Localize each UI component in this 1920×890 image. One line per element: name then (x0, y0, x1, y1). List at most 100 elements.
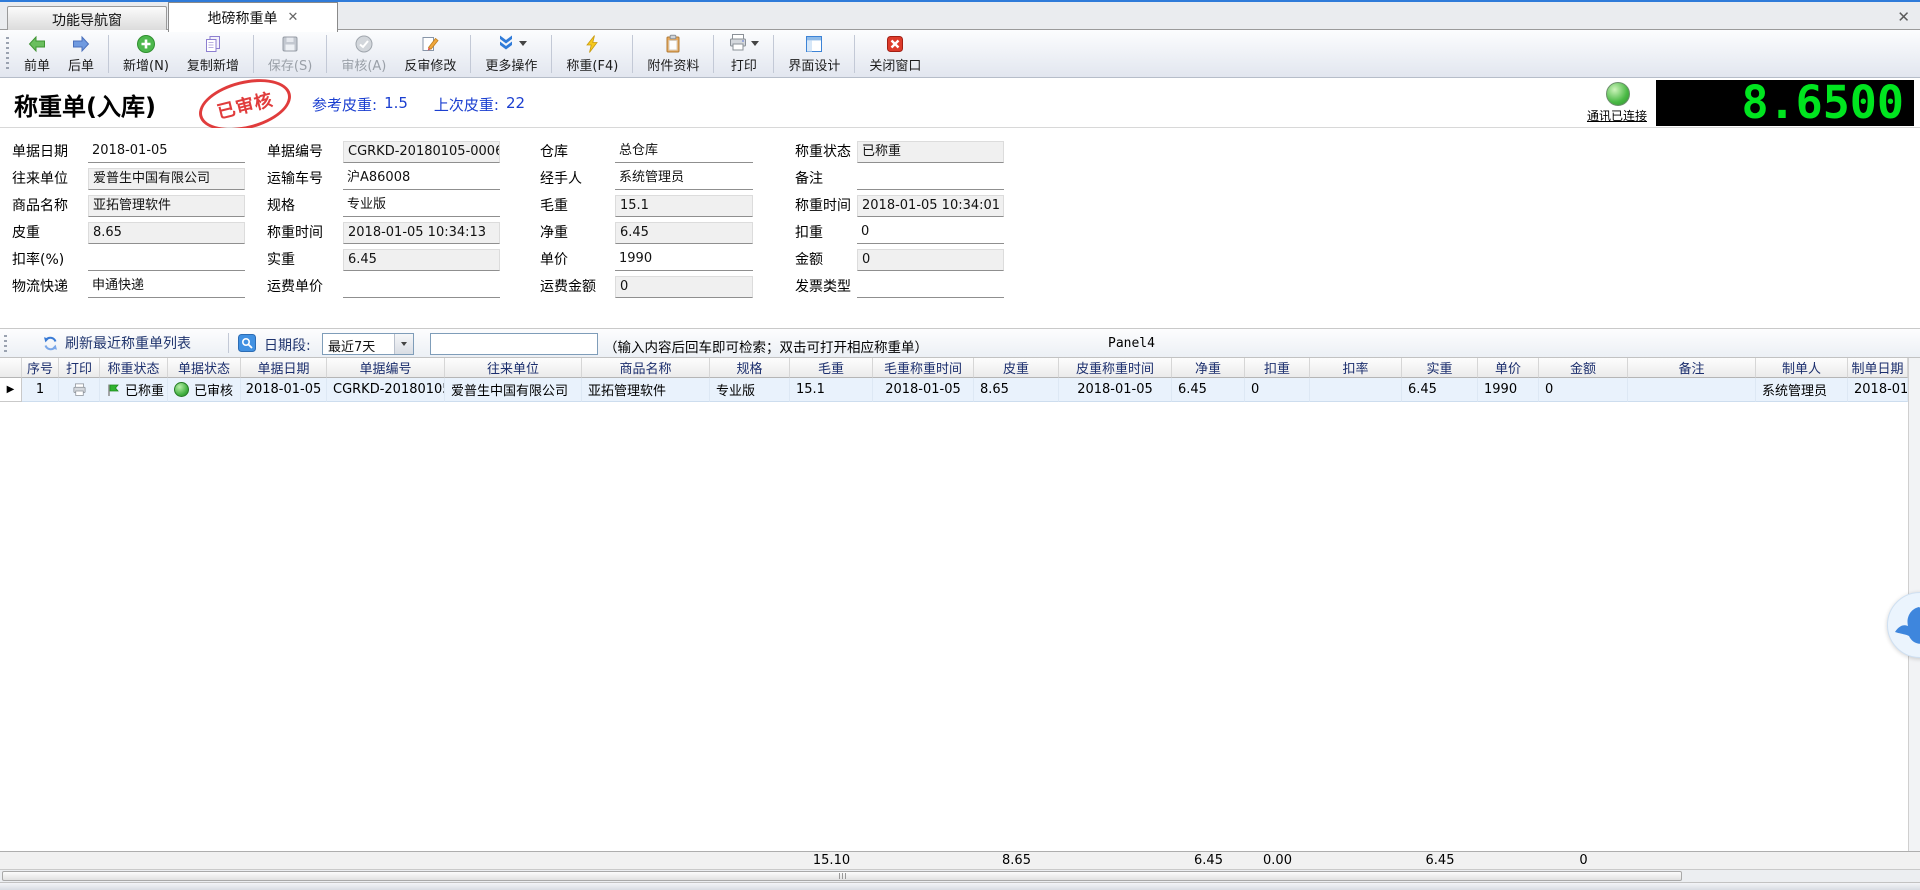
grid-cell-doc_no[interactable]: CGRKD-20180105-0006 (327, 378, 445, 402)
combo-drop-button[interactable] (394, 334, 413, 354)
grid-cell-gross[interactable]: 15.1 (790, 378, 873, 402)
grid-cell-print[interactable] (59, 378, 100, 402)
grid-header-remark[interactable]: 备注 (1628, 358, 1756, 378)
grid-cell-tare_time[interactable]: 2018-01-05 (1059, 378, 1172, 402)
form-label: 备注 (795, 168, 823, 190)
connection-led-icon (1606, 82, 1630, 106)
grid-header-price[interactable]: 单价 (1478, 358, 1539, 378)
grid-cell-deduct_w[interactable]: 0 (1245, 378, 1310, 402)
grid-header-gross_time[interactable]: 毛重称重时间 (873, 358, 974, 378)
unaudit-button[interactable]: 反审修改 (395, 31, 465, 76)
toolbar-grip[interactable] (4, 335, 7, 352)
grid-cell-amount[interactable]: 0 (1539, 378, 1628, 402)
grid-cell-remark[interactable] (1628, 378, 1756, 402)
main-toolbar: 前单 后单 新增(N) 复制新增 保存(S) 审核(A) 反审修改 (0, 30, 1920, 78)
next-doc-button[interactable]: 后单 (59, 31, 103, 76)
grid-cell-spec[interactable]: 专业版 (710, 378, 790, 402)
form-label: 单据日期 (12, 141, 68, 163)
tab-close-icon[interactable]: ✕ (288, 10, 299, 25)
grid-header-deduct_w[interactable]: 扣重 (1245, 358, 1310, 378)
print-button[interactable]: 打印 (719, 31, 768, 76)
form-field[interactable]: 专业版 (343, 195, 500, 217)
grid-header-net[interactable]: 净重 (1172, 358, 1245, 378)
grid-cell-net[interactable]: 6.45 (1172, 378, 1245, 402)
form-label: 仓库 (540, 141, 568, 163)
grid-cell-doc_status[interactable]: 已审核 (168, 378, 241, 402)
grid-header-gross[interactable]: 毛重 (790, 358, 873, 378)
date-range-select[interactable]: 最近7天 (322, 333, 414, 355)
form-field[interactable]: 申通快递 (88, 276, 245, 298)
grid-header-doc_no[interactable]: 单据编号 (327, 358, 445, 378)
close-window-button[interactable]: 关闭窗口 (860, 31, 930, 76)
grid-cell-tare[interactable]: 8.65 (974, 378, 1059, 402)
toolbar-button-label: 更多操作 (485, 55, 537, 74)
grid-header-tare_time[interactable]: 皮重称重时间 (1059, 358, 1172, 378)
date-range-label: 日期段: (264, 335, 311, 355)
list-toolbar: 刷新最近称重单列表 日期段: 最近7天 （输入内容后回车即可检索；双击可打开相应… (0, 328, 1920, 358)
form-field[interactable]: 系统管理员 (615, 168, 753, 190)
weigh-button[interactable]: 称重(F4) (557, 31, 627, 76)
toolbar-separator (253, 35, 254, 73)
more-actions-button[interactable]: 更多操作 (476, 31, 546, 76)
printer-icon[interactable] (72, 382, 87, 397)
copy-icon (203, 33, 223, 54)
form-field[interactable]: 1990 (615, 249, 753, 271)
grid-header-deduct_rate[interactable]: 扣率 (1310, 358, 1402, 378)
grid-cell-creator[interactable]: 系统管理员 (1756, 378, 1848, 402)
window-close-icon[interactable]: ✕ (1897, 8, 1910, 26)
grid-header-doc_status[interactable]: 单据状态 (168, 358, 241, 378)
refresh-list-button[interactable]: 刷新最近称重单列表 (36, 332, 197, 354)
form-field[interactable]: 沪A86008 (343, 168, 500, 190)
tab-function-nav[interactable]: 功能导航窗 (7, 6, 167, 32)
form-field[interactable] (88, 249, 245, 271)
grid-cell-weigh_status[interactable]: 已称重 (100, 378, 168, 402)
grid-cell-deduct_rate[interactable] (1310, 378, 1402, 402)
grid-cell-product[interactable]: 亚拓管理软件 (582, 378, 710, 402)
scrollbar-thumb[interactable] (2, 871, 1682, 881)
form-field[interactable]: 总仓库 (615, 141, 753, 163)
grid-cell-actual[interactable]: 6.45 (1402, 378, 1478, 402)
grid-cell-partner[interactable]: 爱普生中国有限公司 (445, 378, 582, 402)
grid-header-creator[interactable]: 制单人 (1756, 358, 1848, 378)
grid-header-create_date[interactable]: 制单日期 (1848, 358, 1908, 378)
grid-header-weigh_status[interactable]: 称重状态 (100, 358, 168, 378)
grid-header-print[interactable]: 打印 (59, 358, 100, 378)
grid-cell-doc_date[interactable]: 2018-01-05 (241, 378, 327, 402)
grid-cell-price[interactable]: 1990 (1478, 378, 1539, 402)
connection-status-link[interactable]: 通讯已连接 (1578, 107, 1656, 124)
add-new-button[interactable]: 新增(N) (114, 31, 178, 76)
grid-cell-gross_time[interactable]: 2018-01-05 (873, 378, 974, 402)
grid-header-spec[interactable]: 规格 (710, 358, 790, 378)
form-field[interactable] (857, 276, 1004, 298)
horizontal-scrollbar[interactable] (0, 870, 1920, 882)
grid-header-actual[interactable]: 实重 (1402, 358, 1478, 378)
ui-design-button[interactable]: 界面设计 (779, 31, 849, 76)
copy-new-button[interactable]: 复制新增 (178, 31, 248, 76)
grid-data-row[interactable]: ▶1已称重已审核2018-01-05CGRKD-20180105-0006爱普生… (0, 378, 1908, 402)
grid-header-doc_date[interactable]: 单据日期 (241, 358, 327, 378)
grid-header-product[interactable]: 商品名称 (582, 358, 710, 378)
save-button[interactable]: 保存(S) (259, 31, 321, 76)
tab-weighbridge[interactable]: 地磅称重单 ✕ (168, 2, 338, 32)
grid-header-amount[interactable]: 金额 (1539, 358, 1628, 378)
summary-doc_date (241, 852, 327, 869)
ref-tare-label: 参考皮重: (312, 94, 377, 115)
arrow-left-icon (27, 33, 47, 54)
audit-button[interactable]: 审核(A) (332, 31, 395, 76)
form-field[interactable] (343, 276, 500, 298)
grid-header-idx[interactable]: 序号 (22, 358, 59, 378)
grid-header-partner[interactable]: 往来单位 (445, 358, 582, 378)
attachments-button[interactable]: 附件资料 (638, 31, 708, 76)
form-label: 运费单价 (267, 276, 323, 298)
grid-header-tare[interactable]: 皮重 (974, 358, 1059, 378)
toolbar-grip[interactable] (6, 37, 9, 71)
form-field[interactable]: 2018-01-05 (88, 141, 245, 163)
grid-cell-create_date[interactable]: 2018-01-05 (1848, 378, 1908, 402)
summary-product (582, 852, 710, 869)
form-field[interactable]: 0 (857, 222, 1004, 244)
prev-doc-button[interactable]: 前单 (15, 31, 59, 76)
form-field: 8.65 (88, 222, 245, 244)
form-field[interactable] (857, 168, 1004, 190)
search-input[interactable] (430, 333, 598, 355)
grid-cell-idx[interactable]: 1 (22, 378, 59, 402)
